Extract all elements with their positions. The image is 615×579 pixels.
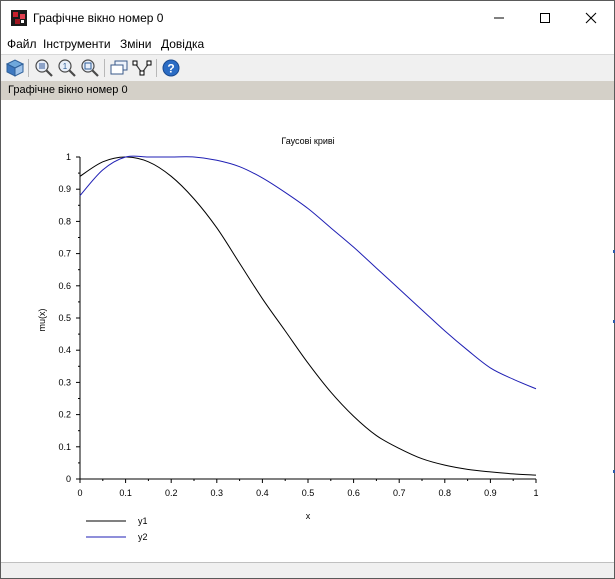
menu-tools[interactable]: Інструменти <box>43 37 111 51</box>
graphic-window: Графічне вікно номер 0 Файл Інструменти … <box>0 0 615 579</box>
x-tick-label: 0.8 <box>439 488 452 498</box>
close-icon <box>585 12 597 23</box>
series-line-y1 <box>79 156 537 476</box>
data-editor-icon[interactable] <box>132 58 152 78</box>
y-tick-label: 0.5 <box>58 313 71 323</box>
toolbar-separator <box>28 59 29 77</box>
svg-text:1: 1 <box>63 62 68 71</box>
toolbar-separator <box>156 59 157 77</box>
x-tick-label: 0.1 <box>119 488 132 498</box>
series-line-y2 <box>79 155 537 390</box>
y-tick-label: 0.4 <box>58 345 71 355</box>
zoom-original-icon[interactable]: 1 <box>57 58 77 78</box>
scilab-app-icon <box>11 10 27 26</box>
minimize-button[interactable] <box>476 1 522 34</box>
datatip-icon[interactable] <box>109 58 129 78</box>
status-bar <box>1 562 614 578</box>
info-bar-text: Графічне вікно номер 0 <box>8 84 128 96</box>
x-tick-label: 1 <box>533 488 538 498</box>
svg-text:?: ? <box>167 62 174 76</box>
legend-label-y2: y2 <box>138 532 148 542</box>
x-tick-label: 0.3 <box>211 488 224 498</box>
x-axis-label: x <box>306 511 311 521</box>
y-tick-label: 0.9 <box>58 184 71 194</box>
rotate-icon[interactable] <box>5 58 25 78</box>
y-axis-label: mu(x) <box>37 309 47 332</box>
series-lines <box>79 155 537 476</box>
y-tick-label: 0.7 <box>58 249 71 259</box>
gaussian-chart: Гаусові криві x mu(x) 0 0.1 0.2 0.3 0.4 0.5 0.… <box>37 136 539 542</box>
zoom-area-icon[interactable] <box>80 58 100 78</box>
legend-label-y1: y1 <box>138 516 148 526</box>
maximize-icon <box>540 12 550 23</box>
y-tick-label: 0.2 <box>58 410 71 420</box>
x-tick-label: 0.5 <box>302 488 315 498</box>
y-tick-label: 0.8 <box>58 216 71 226</box>
menu-bar: Файл Інструменти Зміни Довідка <box>1 34 614 54</box>
plot-canvas[interactable]: Гаусові криві x mu(x) 0 0.1 0.2 0.3 0.4 0.5 0.… <box>1 100 614 562</box>
title-bar: Графічне вікно номер 0 <box>1 1 614 34</box>
x-tick-label: 0.6 <box>347 488 360 498</box>
chart-title: Гаусові криві <box>281 136 334 146</box>
help-icon[interactable]: ? <box>161 58 181 78</box>
menu-file[interactable]: Файл <box>7 37 37 51</box>
y-tick-label: 0.3 <box>58 377 71 387</box>
window-title: Графічне вікно номер 0 <box>33 11 164 25</box>
close-button[interactable] <box>568 1 614 34</box>
y-tick-label: 0.1 <box>58 442 71 452</box>
menu-edit[interactable]: Зміни <box>120 37 152 51</box>
y-tick-label: 0 <box>66 474 71 484</box>
y-tick-label: 1 <box>66 152 71 162</box>
axes: 0 0.1 0.2 0.3 0.4 0.5 0.6 0.7 0.8 0.9 1 0 0.1 0.2 0.3 0… <box>58 152 538 498</box>
zoom-in-icon[interactable] <box>34 58 54 78</box>
x-tick-label: 0.2 <box>165 488 178 498</box>
x-tick-label: 0 <box>77 488 82 498</box>
toolbar: 1 ? <box>1 54 614 81</box>
info-bar: Графічне вікно номер 0 <box>1 81 614 100</box>
menu-help[interactable]: Довідка <box>161 37 204 51</box>
y-tick-label: 0.6 <box>58 281 71 291</box>
x-tick-label: 0.9 <box>484 488 497 498</box>
legend: y1 y2 <box>86 516 148 542</box>
toolbar-separator <box>104 59 105 77</box>
x-tick-label: 0.4 <box>256 488 269 498</box>
minimize-icon <box>494 17 504 18</box>
x-tick-label: 0.7 <box>393 488 406 498</box>
maximize-button[interactable] <box>522 1 568 34</box>
